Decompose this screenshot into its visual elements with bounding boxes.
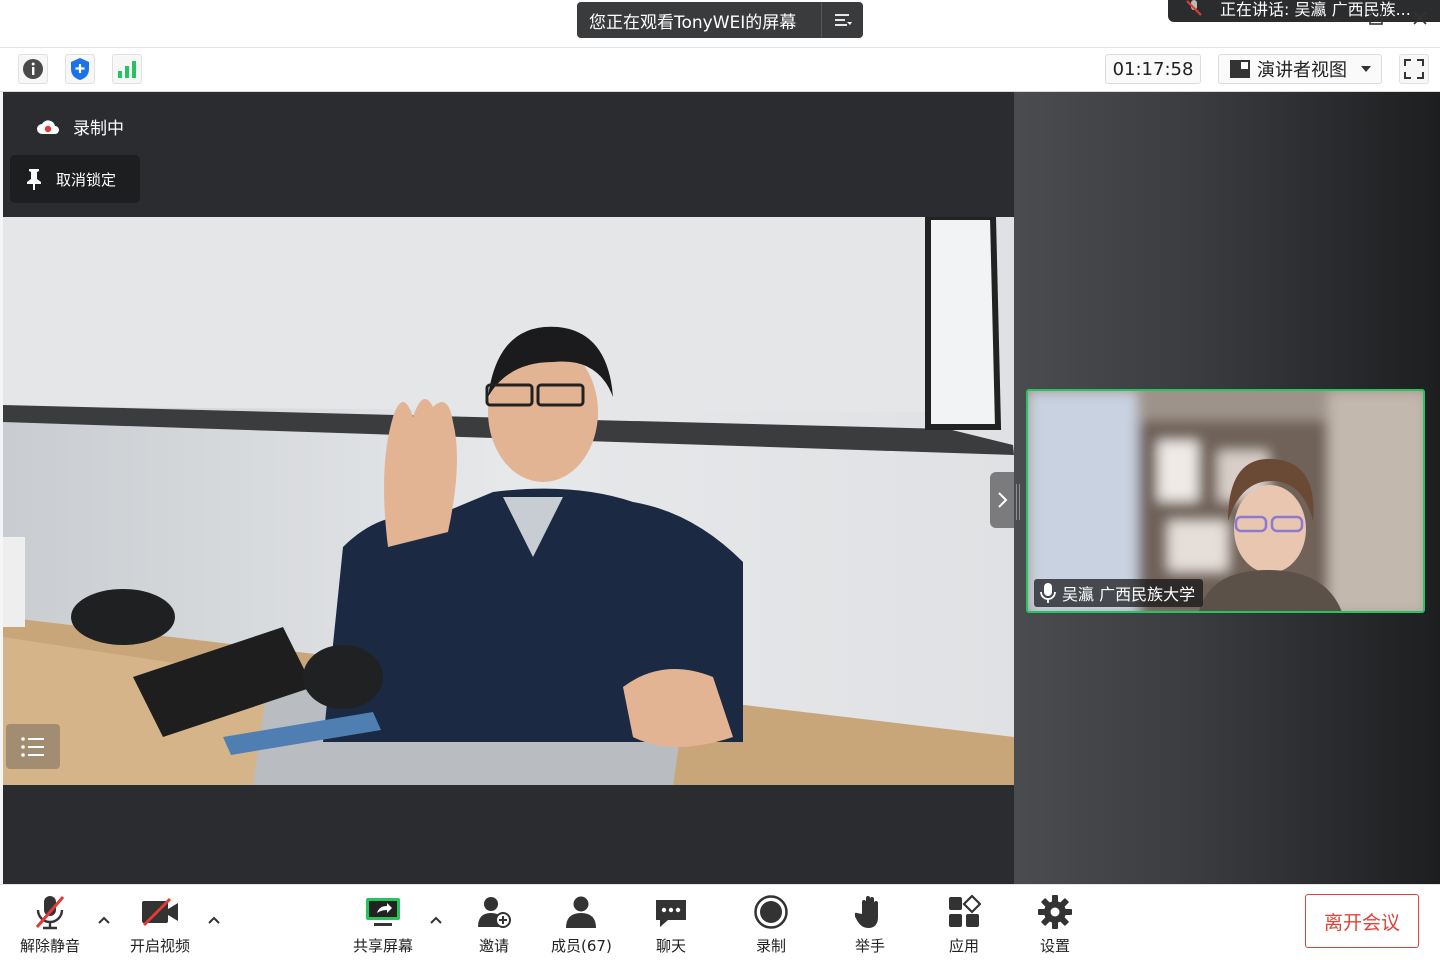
close-icon[interactable] (1410, 8, 1430, 28)
members-button[interactable]: 成员(67) (551, 893, 612, 956)
fullscreen-button[interactable] (1399, 54, 1429, 84)
shield-icon (71, 58, 89, 80)
title-bar: 您正在观看TonyWEI的屏幕 正在讲话: 吴瀛 广西民族... (0, 0, 1440, 48)
share-options-chevron-up-icon[interactable] (429, 913, 443, 927)
meeting-info-bar: 01:17:58 演讲者视图 (0, 48, 1440, 92)
chat-button[interactable]: 聊天 (654, 893, 688, 956)
gallery-panel: 吴瀛 广西民族大学 (1014, 92, 1440, 884)
view-mode-dropdown[interactable]: 演讲者视图 (1218, 54, 1382, 84)
share-screen-icon (366, 898, 400, 926)
settings-button[interactable]: 设置 (1037, 893, 1073, 956)
participant-list-toggle[interactable] (6, 724, 60, 769)
active-speaker-video[interactable] (3, 217, 1014, 785)
chat-bubble-icon (656, 900, 686, 927)
fullscreen-icon (1404, 59, 1424, 79)
signal-bars-icon (118, 61, 136, 78)
info-icon (23, 59, 43, 79)
main-video-stage: 录制中 取消锁定 (3, 92, 1014, 884)
speaker-view-icon (1230, 60, 1250, 78)
participant-name: 吴瀛 广西民族大学 (1062, 585, 1196, 604)
meeting-toolbar: 解除静音 开启视频 共享屏幕 邀请 成员(67) 聊天 录制 举手 应用 设置 … (0, 884, 1440, 960)
network-status-button[interactable] (112, 54, 142, 84)
collapse-gallery-button[interactable] (990, 472, 1014, 528)
recording-label: 录制中 (73, 119, 124, 139)
participant-video-tile[interactable]: 吴瀛 广西民族大学 (1026, 389, 1425, 613)
muted-microphone-icon (35, 896, 65, 930)
start-video-button[interactable]: 开启视频 (130, 893, 190, 956)
apps-button[interactable]: 应用 (947, 893, 981, 956)
meeting-info-button[interactable] (18, 54, 48, 84)
audio-options-chevron-up-icon[interactable] (97, 913, 111, 927)
hand-icon (855, 896, 878, 928)
window-controls (1322, 8, 1430, 28)
apps-grid-icon (949, 895, 981, 927)
minimize-icon[interactable] (1322, 8, 1342, 28)
leave-meeting-button[interactable]: 离开会议 (1305, 894, 1419, 948)
video-options-chevron-up-icon[interactable] (207, 913, 221, 927)
chevron-down-icon (1361, 66, 1371, 72)
unpin-label: 取消锁定 (56, 170, 117, 189)
participant-name-tag: 吴瀛 广西民族大学 (1034, 579, 1204, 607)
maximize-icon[interactable] (1366, 8, 1386, 28)
meeting-timer: 01:17:58 (1105, 54, 1201, 84)
banner-menu-icon[interactable] (821, 2, 863, 38)
viewing-screen-banner[interactable]: 您正在观看TonyWEI的屏幕 (577, 2, 863, 38)
video-off-icon (142, 897, 178, 927)
invite-button[interactable]: 邀请 (476, 893, 512, 956)
view-mode-label: 演讲者视图 (1257, 60, 1347, 81)
record-icon (754, 895, 788, 929)
pin-icon (27, 169, 41, 190)
panel-resize-handle[interactable] (1016, 484, 1022, 520)
share-screen-button[interactable]: 共享屏幕 (353, 893, 413, 956)
gear-icon (1038, 895, 1072, 929)
security-button[interactable] (65, 54, 95, 84)
muted-mic-icon (1168, 0, 1220, 17)
meeting-window: 您正在观看TonyWEI的屏幕 正在讲话: 吴瀛 广西民族... 01:17:5… (0, 0, 1440, 960)
recording-indicator: 录制中 (35, 114, 124, 139)
chevron-right-icon (998, 492, 1008, 508)
cloud-recording-icon (37, 119, 59, 134)
list-icon (21, 736, 44, 757)
add-person-icon (478, 897, 511, 928)
viewing-screen-text: 您正在观看TonyWEI的屏幕 (589, 12, 797, 33)
unpin-button[interactable]: 取消锁定 (10, 155, 140, 203)
microphone-icon (1040, 583, 1056, 603)
record-button[interactable]: 录制 (753, 893, 789, 956)
people-icon (566, 896, 597, 928)
raise-hand-button[interactable]: 举手 (855, 893, 885, 956)
unmute-button[interactable]: 解除静音 (20, 893, 80, 956)
speaker-video-frame (3, 217, 1014, 785)
